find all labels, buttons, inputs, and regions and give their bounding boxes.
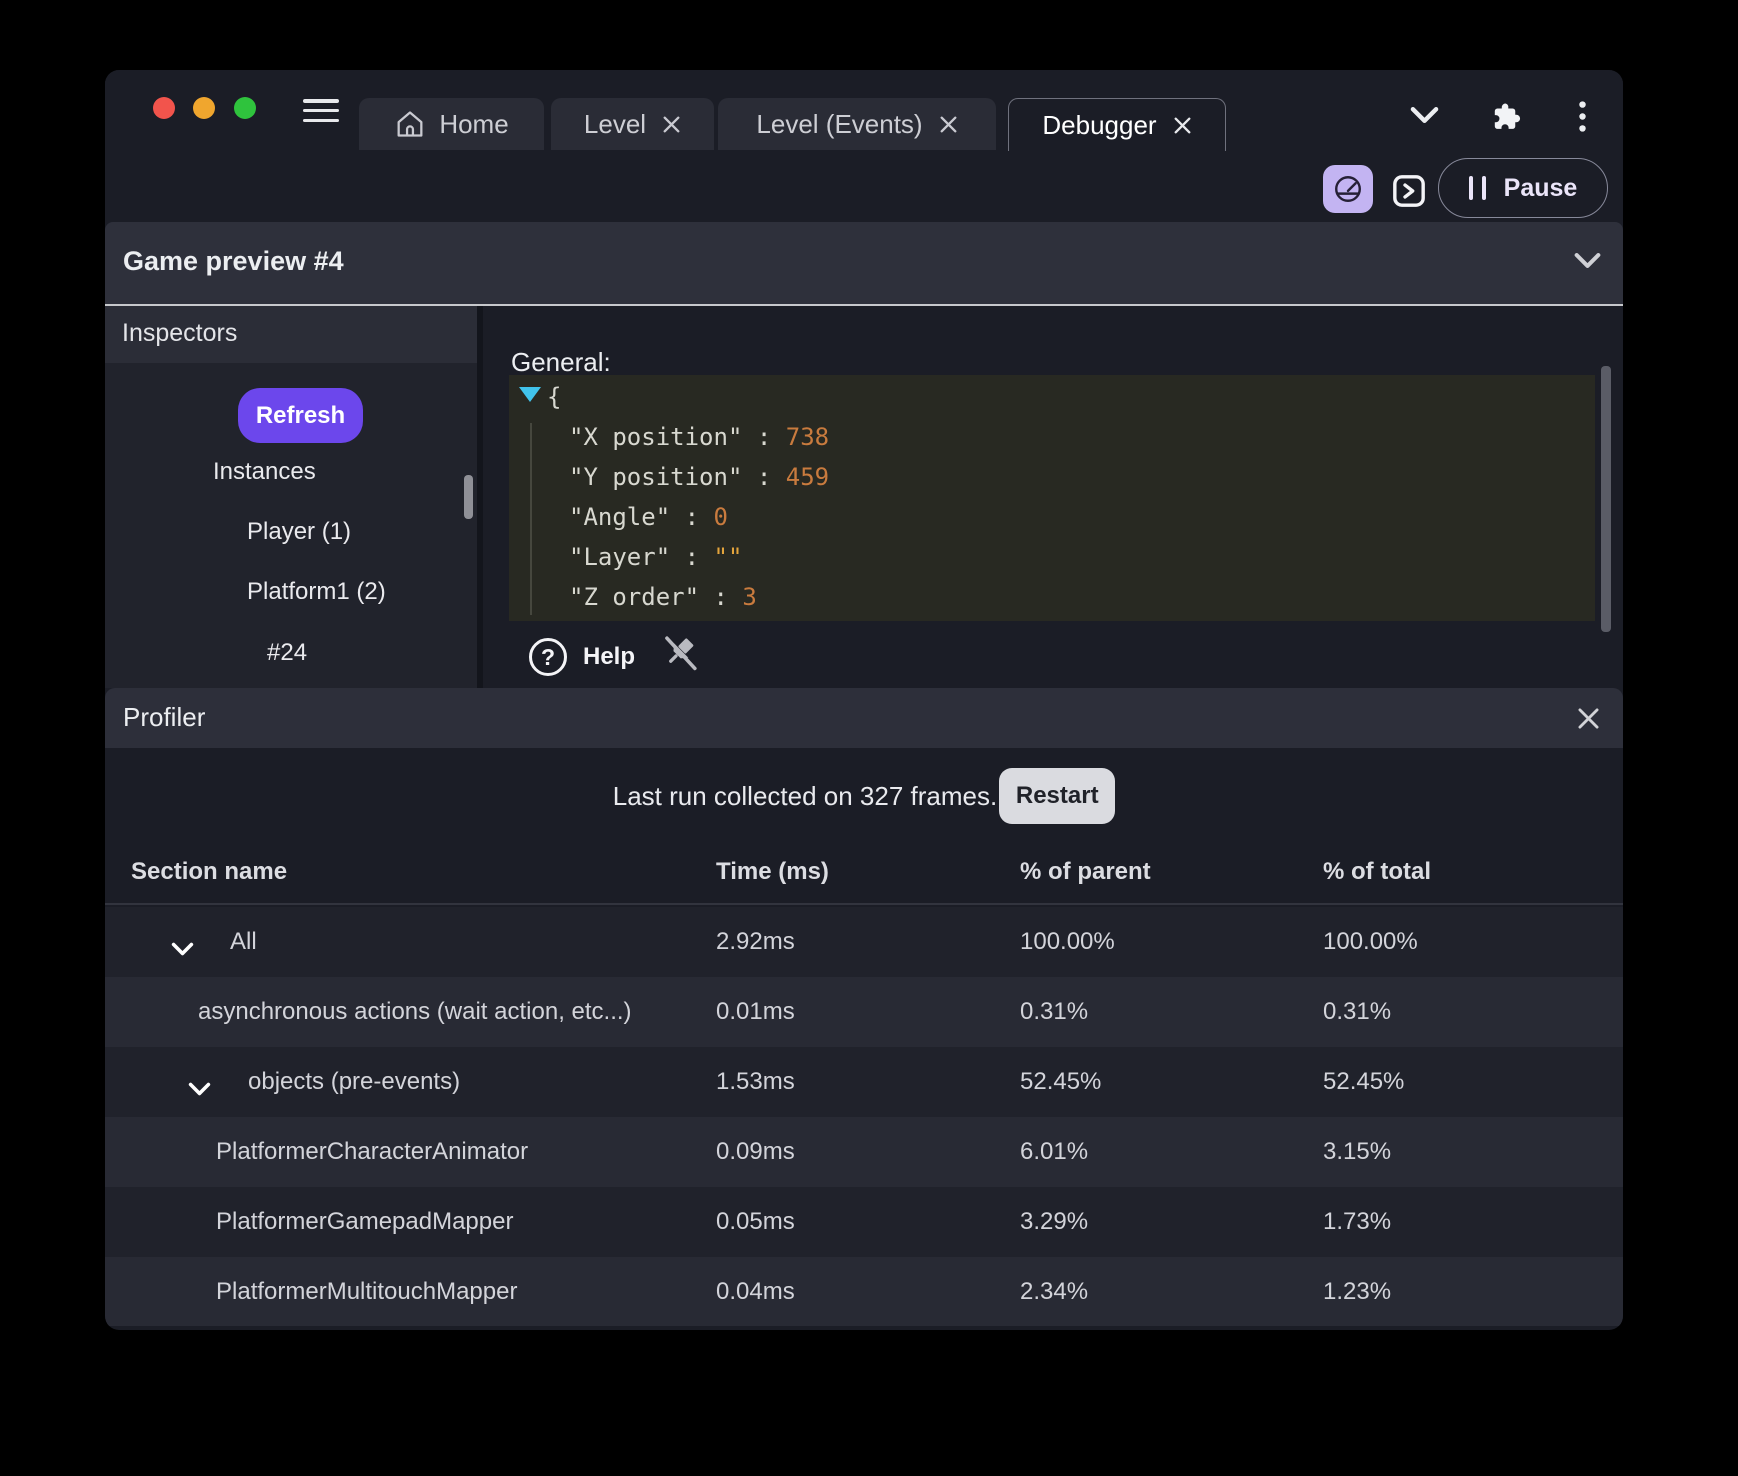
tree-item-player[interactable]: Player (1): [247, 518, 351, 546]
json-line: "Y position" : 459: [569, 463, 830, 491]
pause-button-label: Pause: [1503, 173, 1578, 202]
close-icon[interactable]: [1173, 116, 1192, 135]
expand-chevron-icon[interactable]: [171, 935, 194, 963]
json-open-brace: {: [547, 383, 562, 411]
help-icon[interactable]: ?: [529, 638, 567, 676]
hamburger-menu-icon[interactable]: [303, 99, 339, 122]
general-section-title: General:: [511, 347, 611, 377]
time-value: 0.01ms: [716, 998, 795, 1025]
profiler-icon: [1333, 174, 1363, 204]
profiler-toggle-button[interactable]: [1323, 165, 1373, 213]
profiler-title: Profiler: [123, 702, 206, 732]
properties-json-view: { "X position" : 738 "Y position" : 459 …: [509, 375, 1595, 621]
tab-debugger[interactable]: Debugger: [1008, 98, 1226, 151]
tree-item-instance-24[interactable]: #24: [267, 639, 307, 667]
puzzle-icon[interactable]: [1490, 101, 1521, 132]
profiler-status-row: Last run collected on 327 frames. Restar…: [105, 760, 1623, 832]
tab-home[interactable]: Home: [359, 98, 544, 150]
profiler-status-text: Last run collected on 327 frames.: [612, 780, 998, 811]
section-name: PlatformerGamepadMapper: [216, 1208, 514, 1235]
table-row: PlatformerMultitouchMapper 0.04ms 2.34% …: [105, 1257, 1623, 1326]
help-button[interactable]: Help: [583, 643, 635, 671]
pct-parent-value: 52.45%: [1020, 1068, 1102, 1095]
pause-button[interactable]: Pause: [1438, 158, 1608, 218]
traffic-light-zoom-icon[interactable]: [234, 97, 256, 119]
inspectors-title: Inspectors: [122, 319, 238, 347]
pct-parent-value: 100.00%: [1020, 928, 1115, 955]
column-header-time: Time (ms): [716, 858, 829, 885]
panel-divider: [477, 306, 483, 688]
tree-item-instances[interactable]: Instances: [213, 458, 316, 486]
console-button[interactable]: [1392, 173, 1426, 209]
table-row: objects (pre-events) 1.53ms 52.45% 52.45…: [105, 1047, 1623, 1117]
pct-total-value: 52.45%: [1323, 1068, 1405, 1095]
game-preview-header[interactable]: Game preview #4: [105, 222, 1623, 306]
console-icon: [1392, 173, 1426, 209]
close-icon[interactable]: [939, 115, 958, 134]
tab-level[interactable]: Level: [551, 98, 714, 150]
restart-button[interactable]: Restart: [999, 768, 1116, 824]
section-name: asynchronous actions (wait action, etc..…: [198, 998, 632, 1025]
table-row: PlatformerGamepadMapper 0.05ms 3.29% 1.7…: [105, 1187, 1623, 1257]
section-name: PlatformerMultitouchMapper: [216, 1278, 518, 1305]
inspectors-scrollbar-thumb[interactable]: [464, 475, 473, 519]
tab-bar: Home Level Level (Events) Debugger: [105, 70, 1623, 151]
pct-parent-value: 6.01%: [1020, 1138, 1089, 1165]
table-row: PlatformerCharacterAnimator 0.09ms 6.01%…: [105, 1117, 1623, 1187]
pct-total-value: 100.00%: [1323, 928, 1418, 955]
app-window: Home Level Level (Events) Debugger Pause…: [105, 70, 1623, 1330]
general-scrollbar-thumb[interactable]: [1601, 366, 1611, 632]
column-header-section-name: Section name: [131, 858, 288, 885]
section-name: objects (pre-events): [248, 1068, 461, 1095]
tab-label: Home: [439, 108, 509, 139]
time-value: 0.09ms: [716, 1138, 795, 1165]
inspectors-header: Inspectors: [105, 306, 477, 363]
pct-parent-value: 3.29%: [1020, 1208, 1089, 1235]
tab-label: Level: [583, 108, 647, 139]
traffic-light-close-icon[interactable]: [153, 97, 175, 119]
time-value: 0.05ms: [716, 1208, 795, 1235]
dropdown-caret-icon[interactable]: [1574, 252, 1601, 274]
section-name: PlatformerCharacterAnimator: [216, 1138, 529, 1165]
column-header-pct-total: % of total: [1323, 858, 1431, 885]
inspectors-panel: Inspectors Refresh Instances Player (1) …: [105, 306, 477, 688]
kebab-menu-icon[interactable]: [1578, 101, 1587, 132]
pct-total-value: 0.31%: [1323, 998, 1392, 1025]
indent-guide: [530, 423, 532, 615]
game-preview-title: Game preview #4: [123, 246, 344, 276]
home-icon: [394, 108, 426, 140]
profiler-header: Profiler: [105, 688, 1623, 748]
json-line: "Angle" : 0: [569, 503, 728, 531]
refresh-button[interactable]: Refresh: [238, 388, 363, 443]
time-value: 1.53ms: [716, 1068, 795, 1095]
chevron-down-icon[interactable]: [1410, 106, 1439, 124]
table-row: asynchronous actions (wait action, etc..…: [105, 977, 1623, 1047]
expand-chevron-icon[interactable]: [188, 1075, 211, 1103]
tab-label: Debugger: [1042, 109, 1157, 140]
unpin-icon[interactable]: [661, 632, 699, 679]
pct-total-value: 3.15%: [1323, 1138, 1392, 1165]
table-header-divider: [105, 903, 1623, 905]
close-icon[interactable]: [662, 115, 681, 134]
pause-icon: [1468, 176, 1486, 200]
collapse-triangle-icon[interactable]: [519, 387, 541, 402]
tree-item-platform1[interactable]: Platform1 (2): [247, 578, 386, 606]
pct-parent-value: 2.34%: [1020, 1278, 1089, 1305]
section-name: All: [230, 928, 257, 955]
json-line: "Layer" : "": [569, 543, 743, 571]
column-header-pct-parent: % of parent: [1020, 858, 1151, 885]
pct-total-value: 1.23%: [1323, 1278, 1392, 1305]
json-line: "X position" : 738: [569, 423, 830, 451]
traffic-light-minimize-icon[interactable]: [193, 97, 215, 119]
table-row: All 2.92ms 100.00% 100.00%: [105, 907, 1623, 977]
tab-label: Level (Events): [756, 108, 923, 139]
close-icon[interactable]: [1576, 706, 1601, 736]
pct-total-value: 1.73%: [1323, 1208, 1392, 1235]
time-value: 0.04ms: [716, 1278, 795, 1305]
time-value: 2.92ms: [716, 928, 795, 955]
tab-level-events[interactable]: Level (Events): [718, 98, 996, 150]
json-line: "Z order" : 3: [569, 583, 757, 611]
pct-parent-value: 0.31%: [1020, 998, 1089, 1025]
